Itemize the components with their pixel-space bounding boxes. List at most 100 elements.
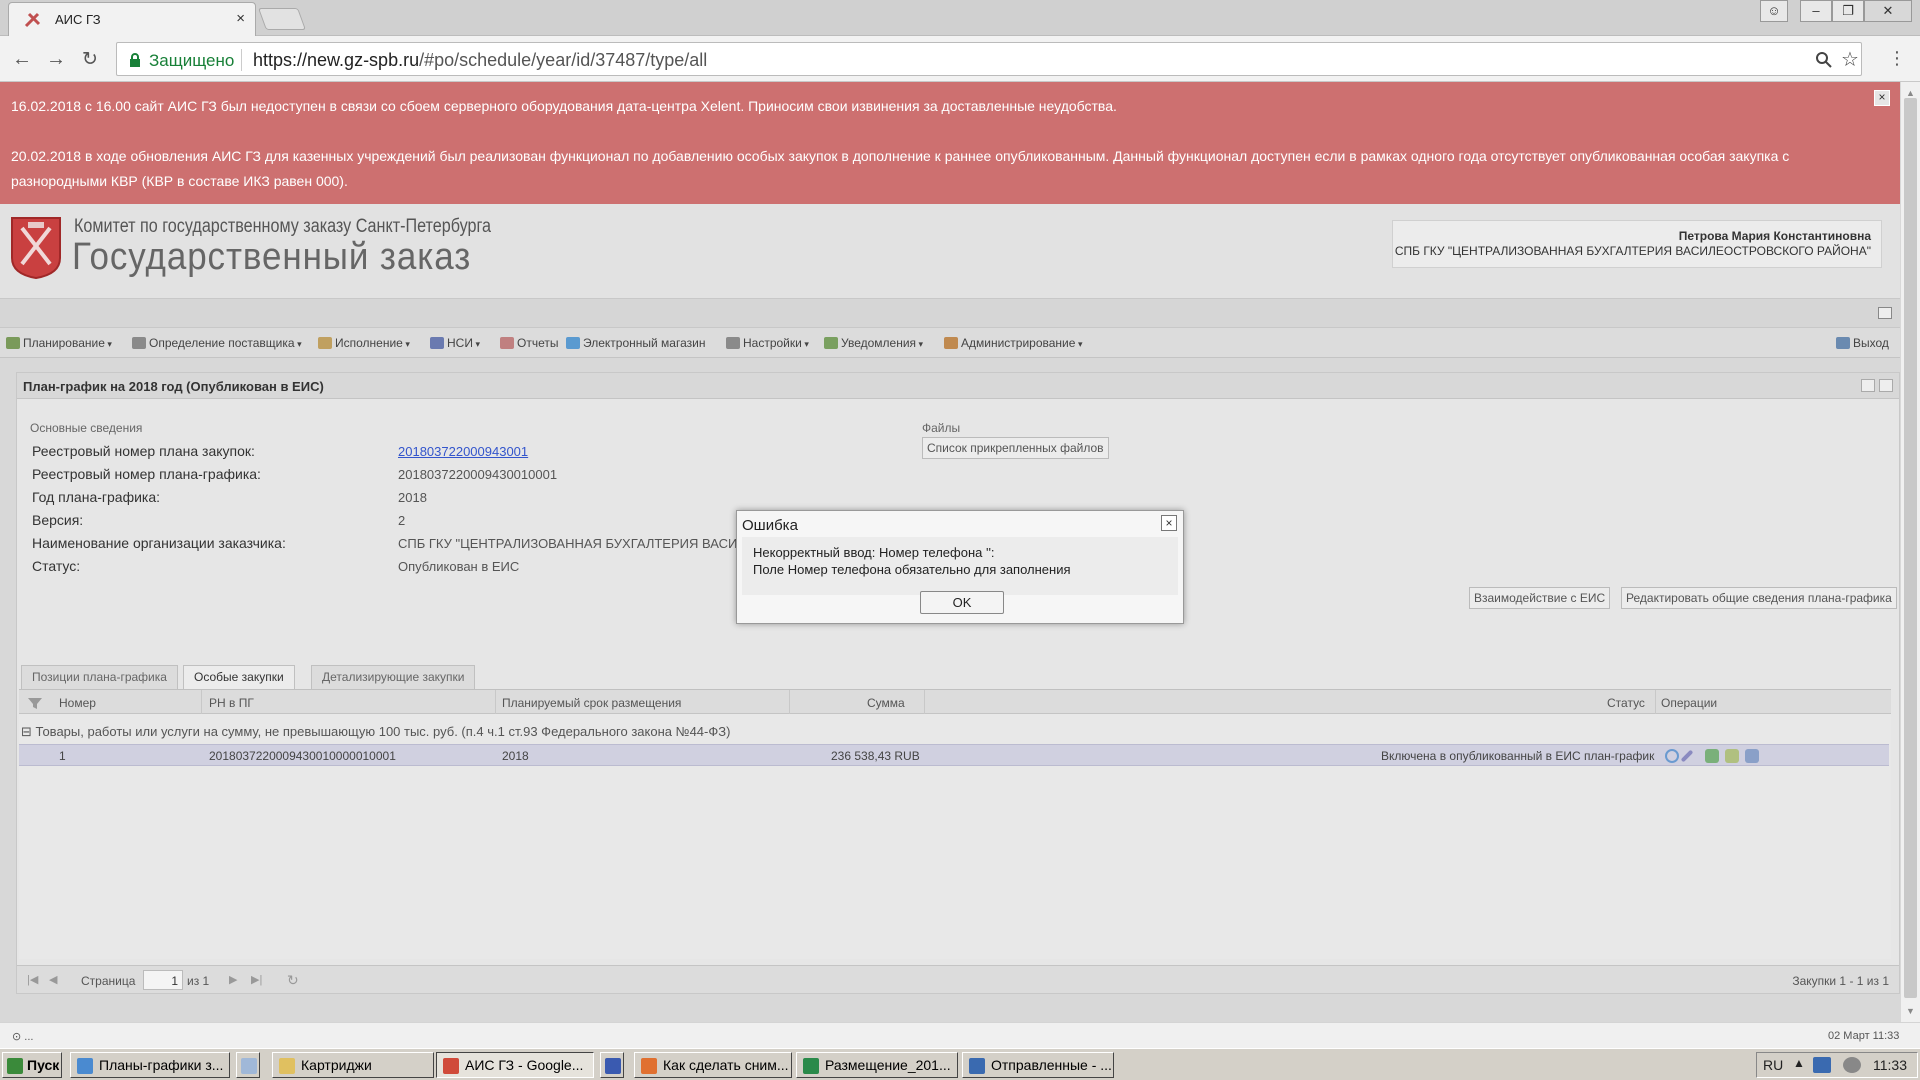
scroll-up-icon[interactable]: ▲ [1906, 88, 1915, 98]
col-number[interactable]: Номер [59, 696, 96, 710]
group-label: Товары, работы или услуги на сумму, не п… [35, 724, 731, 739]
wrench-icon [726, 337, 740, 349]
eis-interaction-button[interactable]: Взаимодействие с ЕИС [1469, 587, 1611, 609]
ok-button[interactable]: OK [920, 591, 1004, 614]
clock[interactable]: 11:33 [1873, 1057, 1907, 1073]
plan-number-link[interactable]: 201803722000943001 [398, 444, 528, 459]
forward-icon[interactable]: → [46, 48, 66, 71]
taskbar-item[interactable]: Размещение_201... [796, 1052, 958, 1078]
tab-detailed-purchases[interactable]: Детализирующие закупки [311, 665, 476, 689]
edit-icon[interactable] [1680, 749, 1694, 763]
windows-logo-icon [7, 1058, 23, 1074]
banner-close-icon[interactable]: × [1874, 90, 1890, 106]
logout-button[interactable]: Выход [1836, 336, 1889, 350]
tab-close-icon[interactable]: × [236, 10, 245, 27]
next-page-icon[interactable]: ▶ [229, 974, 241, 986]
menu-item-2[interactable]: Исполнение ▾ [318, 336, 410, 350]
taskbar-item[interactable] [600, 1052, 624, 1078]
col-operations[interactable]: Операции [1661, 696, 1717, 710]
reload-icon[interactable]: ↻ [82, 48, 98, 71]
new-tab-button[interactable] [257, 8, 307, 30]
tray-expand-icon[interactable]: ▲ [1793, 1056, 1805, 1070]
menu-item-4[interactable]: Отчеты [500, 336, 558, 350]
tab-special-purchases[interactable]: Особые закупки [183, 665, 295, 689]
panel-maximize-icon[interactable] [1879, 379, 1893, 392]
browser-menu-icon[interactable]: ⋮ [1888, 48, 1906, 69]
group-collapse-icon[interactable]: ⊟ [21, 724, 32, 739]
browser-tab[interactable]: АИС ГЗ × [8, 2, 256, 36]
field-label: Наименование организации заказчика: [32, 535, 286, 551]
field-value: Опубликован в ЕИС [398, 559, 520, 574]
close-window-icon[interactable]: ✕ [1864, 0, 1912, 22]
chevron-down-icon: ▾ [1075, 339, 1083, 349]
app-icon [241, 1058, 257, 1074]
browser-tab-title: АИС ГЗ [55, 12, 101, 27]
history-icon[interactable] [1665, 749, 1679, 763]
approve-icon[interactable] [1725, 749, 1739, 763]
collapse-strip [0, 298, 1900, 328]
profile-icon[interactable]: ☺ [1760, 0, 1788, 22]
start-button[interactable]: Пуск [2, 1052, 62, 1078]
menu-item-5[interactable]: Электронный магазин [566, 336, 705, 350]
bookmark-star-icon[interactable]: ☆ [1841, 47, 1859, 72]
col-term[interactable]: Планируемый срок размещения [502, 696, 681, 710]
last-page-icon[interactable]: ▶| [251, 974, 263, 986]
records-summary: Закупки 1 - 1 из 1 [1792, 974, 1889, 988]
menu-item-3[interactable]: НСИ ▾ [430, 336, 480, 350]
taskbar-item[interactable]: Планы-графики з... [70, 1052, 230, 1078]
menu-item-0[interactable]: Планирование ▾ [6, 336, 112, 350]
address-toolbar: ← → ↻ Защищено https://new.gz-spb.ru/#po… [0, 36, 1920, 82]
minimize-window-icon[interactable]: – [1800, 0, 1832, 22]
chart-icon[interactable] [1745, 749, 1759, 763]
collapse-header-button[interactable] [1878, 307, 1892, 319]
menu-item-label: Отчеты [517, 336, 559, 350]
page-scrollbar[interactable]: ▲ ▼ [1900, 82, 1920, 1022]
field-label: Год плана-графика: [32, 489, 161, 505]
first-page-icon[interactable]: |◀ [27, 974, 39, 986]
tab-schedule-positions[interactable]: Позиции плана-графика [21, 665, 178, 689]
restore-window-icon[interactable]: ❐ [1832, 0, 1864, 22]
col-rn[interactable]: РН в ПГ [209, 696, 254, 710]
table-row[interactable]: 1 2018037220009430010000010001 2018 236 … [19, 744, 1889, 766]
attached-files-button[interactable]: Список прикрепленных файлов [922, 437, 1109, 459]
panel-title: План-график на 2018 год (Опубликован в Е… [17, 373, 1899, 399]
dialog-title: Ошибка [742, 517, 798, 534]
scroll-down-icon[interactable]: ▼ [1906, 1006, 1915, 1016]
dialog-message: Некорректный ввод: Номер телефона '': По… [742, 537, 1178, 595]
org-name: Комитет по государственному заказу Санкт… [74, 216, 491, 237]
schedule-panel: План-график на 2018 год (Опубликован в Е… [16, 372, 1900, 994]
menu-item-7[interactable]: Уведомления ▾ [824, 336, 923, 350]
edit-schedule-button[interactable]: Редактировать общие сведения плана-графи… [1621, 587, 1897, 609]
taskbar-item-label: Как сделать сним... [663, 1057, 789, 1073]
taskbar-item[interactable] [236, 1052, 260, 1078]
menu-item-8[interactable]: Администрирование ▾ [944, 336, 1082, 350]
taskbar-item[interactable]: Отправленные - ... [962, 1052, 1114, 1078]
refresh-icon[interactable]: ↻ [287, 973, 299, 987]
page-number-input[interactable]: 1 [143, 970, 183, 990]
language-indicator[interactable]: RU [1763, 1057, 1783, 1073]
menu-item-6[interactable]: Настройки ▾ [726, 336, 809, 350]
volume-icon[interactable] [1843, 1057, 1861, 1073]
taskbar-item[interactable]: Как сделать сним... [634, 1052, 792, 1078]
col-status[interactable]: Статус [1607, 696, 1645, 710]
back-icon[interactable]: ← [12, 48, 32, 71]
panel-minimize-icon[interactable] [1861, 379, 1875, 392]
url-bar[interactable]: Защищено https://new.gz-spb.ru/#po/sched… [116, 42, 1862, 76]
group-row[interactable]: ⊟ Товары, работы или услуги на сумму, не… [21, 724, 730, 740]
start-label: Пуск [27, 1057, 60, 1073]
execution-icon [318, 337, 332, 349]
col-divider [495, 690, 496, 714]
scroll-thumb[interactable] [1904, 98, 1917, 998]
col-sum[interactable]: Сумма [867, 696, 905, 710]
dialog-message-line1: Некорректный ввод: Номер телефона '': [753, 545, 995, 560]
app-icon [279, 1058, 295, 1074]
settings-icon[interactable] [1705, 749, 1719, 763]
filter-icon[interactable] [27, 696, 43, 710]
menu-item-1[interactable]: Определение поставщика ▾ [132, 336, 302, 350]
taskbar-item[interactable]: Картриджи [272, 1052, 434, 1078]
taskbar-item[interactable]: АИС ГЗ - Google... [436, 1052, 594, 1078]
zoom-search-icon[interactable] [1815, 51, 1833, 69]
prev-page-icon[interactable]: ◀ [49, 974, 61, 986]
dialog-close-icon[interactable]: × [1161, 515, 1177, 531]
network-icon[interactable] [1813, 1057, 1831, 1073]
